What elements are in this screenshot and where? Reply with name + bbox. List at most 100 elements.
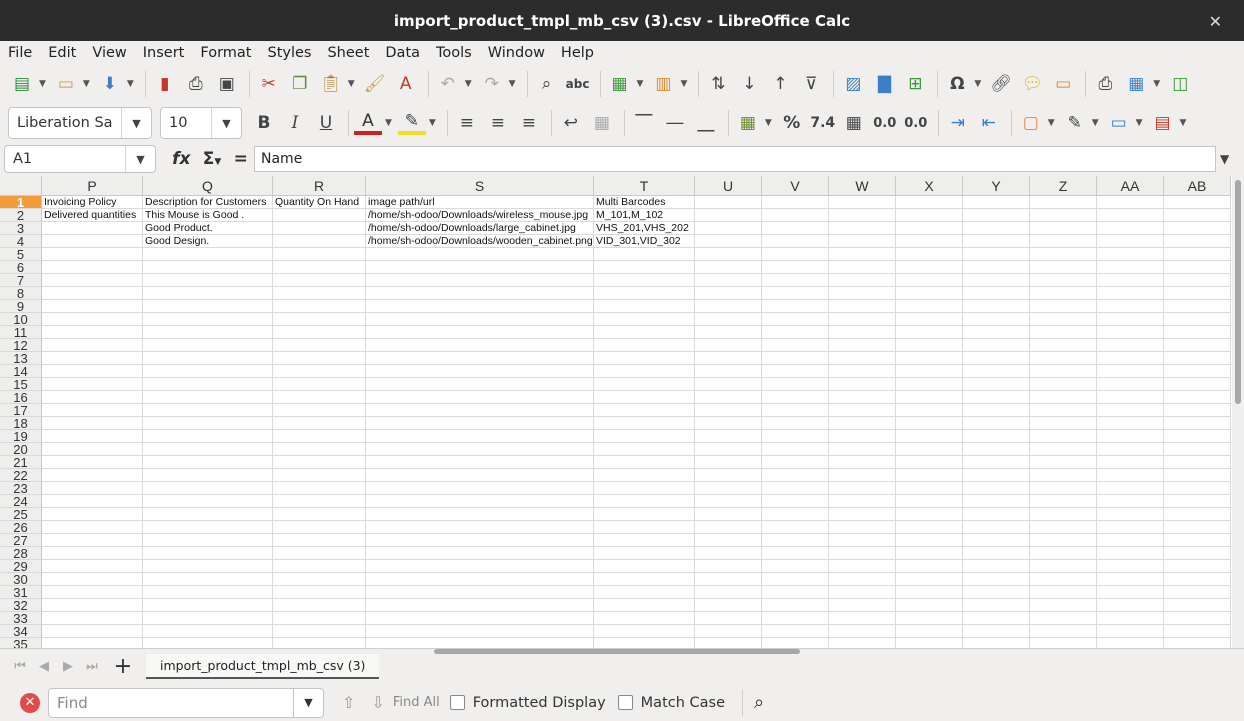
cell-w22[interactable]: [829, 469, 896, 482]
cell-w35[interactable]: [829, 638, 896, 648]
cell-u24[interactable]: [695, 495, 762, 508]
menu-edit[interactable]: Edit: [48, 45, 76, 61]
cell-w6[interactable]: [829, 261, 896, 274]
cell-x30[interactable]: [896, 573, 963, 586]
cell-z24[interactable]: [1030, 495, 1097, 508]
cell-u8[interactable]: [695, 287, 762, 300]
cell-z33[interactable]: [1030, 612, 1097, 625]
cell-aa1[interactable]: [1097, 196, 1164, 209]
cell-w10[interactable]: [829, 313, 896, 326]
cell-ab6[interactable]: [1164, 261, 1231, 274]
align-left-icon[interactable]: ≡: [453, 109, 481, 137]
print-preview-icon[interactable]: ▣: [213, 70, 241, 98]
cell-q16[interactable]: [143, 391, 273, 404]
cell-p9[interactable]: [42, 300, 143, 313]
cell-t10[interactable]: [594, 313, 695, 326]
cell-r19[interactable]: [273, 430, 366, 443]
cell-ab9[interactable]: [1164, 300, 1231, 313]
cell-p24[interactable]: [42, 495, 143, 508]
column-header-u[interactable]: U: [695, 176, 762, 196]
cell-u33[interactable]: [695, 612, 762, 625]
align-center-icon[interactable]: ≡: [484, 109, 512, 137]
cell-x2[interactable]: [896, 209, 963, 222]
cell-t1[interactable]: Multi Barcodes: [594, 196, 695, 209]
cell-ab30[interactable]: [1164, 573, 1231, 586]
last-sheet-icon[interactable]: ⏭: [80, 659, 104, 674]
cell-y24[interactable]: [963, 495, 1030, 508]
cell-y35[interactable]: [963, 638, 1030, 648]
cell-u13[interactable]: [695, 352, 762, 365]
cell-y5[interactable]: [963, 248, 1030, 261]
highlight-dropdown-icon[interactable]: ▼: [429, 118, 436, 128]
cell-p1[interactable]: Invoicing Policy: [42, 196, 143, 209]
cell-v12[interactable]: [762, 339, 829, 352]
cell-ab5[interactable]: [1164, 248, 1231, 261]
cell-x35[interactable]: [896, 638, 963, 648]
cell-p18[interactable]: [42, 417, 143, 430]
border-style-icon[interactable]: ✎: [1061, 109, 1089, 137]
cell-y22[interactable]: [963, 469, 1030, 482]
cell-ab29[interactable]: [1164, 560, 1231, 573]
cell-q7[interactable]: [143, 274, 273, 287]
cell-s30[interactable]: [366, 573, 594, 586]
cell-u10[interactable]: [695, 313, 762, 326]
cell-r32[interactable]: [273, 599, 366, 612]
clear-formatting-icon[interactable]: A: [392, 70, 420, 98]
cell-q5[interactable]: [143, 248, 273, 261]
cell-z3[interactable]: [1030, 222, 1097, 235]
cell-q8[interactable]: [143, 287, 273, 300]
cell-u22[interactable]: [695, 469, 762, 482]
cell-s5[interactable]: [366, 248, 594, 261]
cell-z20[interactable]: [1030, 443, 1097, 456]
menu-help[interactable]: Help: [561, 45, 594, 61]
cell-v23[interactable]: [762, 482, 829, 495]
cell-t28[interactable]: [594, 547, 695, 560]
cell-u9[interactable]: [695, 300, 762, 313]
cell-w31[interactable]: [829, 586, 896, 599]
cell-u31[interactable]: [695, 586, 762, 599]
cell-p19[interactable]: [42, 430, 143, 443]
cell-q32[interactable]: [143, 599, 273, 612]
column-header-v[interactable]: V: [762, 176, 829, 196]
cell-ab3[interactable]: [1164, 222, 1231, 235]
cell-p34[interactable]: [42, 625, 143, 638]
cell-x3[interactable]: [896, 222, 963, 235]
cell-aa27[interactable]: [1097, 534, 1164, 547]
cell-u19[interactable]: [695, 430, 762, 443]
cell-v15[interactable]: [762, 378, 829, 391]
cell-u29[interactable]: [695, 560, 762, 573]
cell-v26[interactable]: [762, 521, 829, 534]
align-bottom-icon[interactable]: ⎽: [692, 109, 720, 137]
cell-ab25[interactable]: [1164, 508, 1231, 521]
cell-w8[interactable]: [829, 287, 896, 300]
cell-z28[interactable]: [1030, 547, 1097, 560]
name-box[interactable]: A1 ▼: [4, 145, 156, 173]
cell-ab33[interactable]: [1164, 612, 1231, 625]
cell-x9[interactable]: [896, 300, 963, 313]
cell-q22[interactable]: [143, 469, 273, 482]
find-replace-icon[interactable]: ⌕: [533, 70, 561, 98]
cell-x13[interactable]: [896, 352, 963, 365]
cell-x12[interactable]: [896, 339, 963, 352]
cell-z2[interactable]: [1030, 209, 1097, 222]
comment-icon[interactable]: 💬︎: [1018, 70, 1046, 98]
cell-u26[interactable]: [695, 521, 762, 534]
find-previous-icon[interactable]: ⇧: [342, 693, 355, 712]
cell-r1[interactable]: Quantity On Hand: [273, 196, 366, 209]
cell-v24[interactable]: [762, 495, 829, 508]
sum-icon[interactable]: Σ▼: [203, 149, 222, 169]
cell-r11[interactable]: [273, 326, 366, 339]
cell-z6[interactable]: [1030, 261, 1097, 274]
cell-ab8[interactable]: [1164, 287, 1231, 300]
cell-y3[interactable]: [963, 222, 1030, 235]
cell-x25[interactable]: [896, 508, 963, 521]
cell-p33[interactable]: [42, 612, 143, 625]
cell-u35[interactable]: [695, 638, 762, 648]
cell-t11[interactable]: [594, 326, 695, 339]
hyperlink-icon[interactable]: 🔗︎: [987, 70, 1015, 98]
cell-z26[interactable]: [1030, 521, 1097, 534]
cell-p6[interactable]: [42, 261, 143, 274]
cell-ab14[interactable]: [1164, 365, 1231, 378]
cell-s23[interactable]: [366, 482, 594, 495]
column-header-w[interactable]: W: [829, 176, 896, 196]
